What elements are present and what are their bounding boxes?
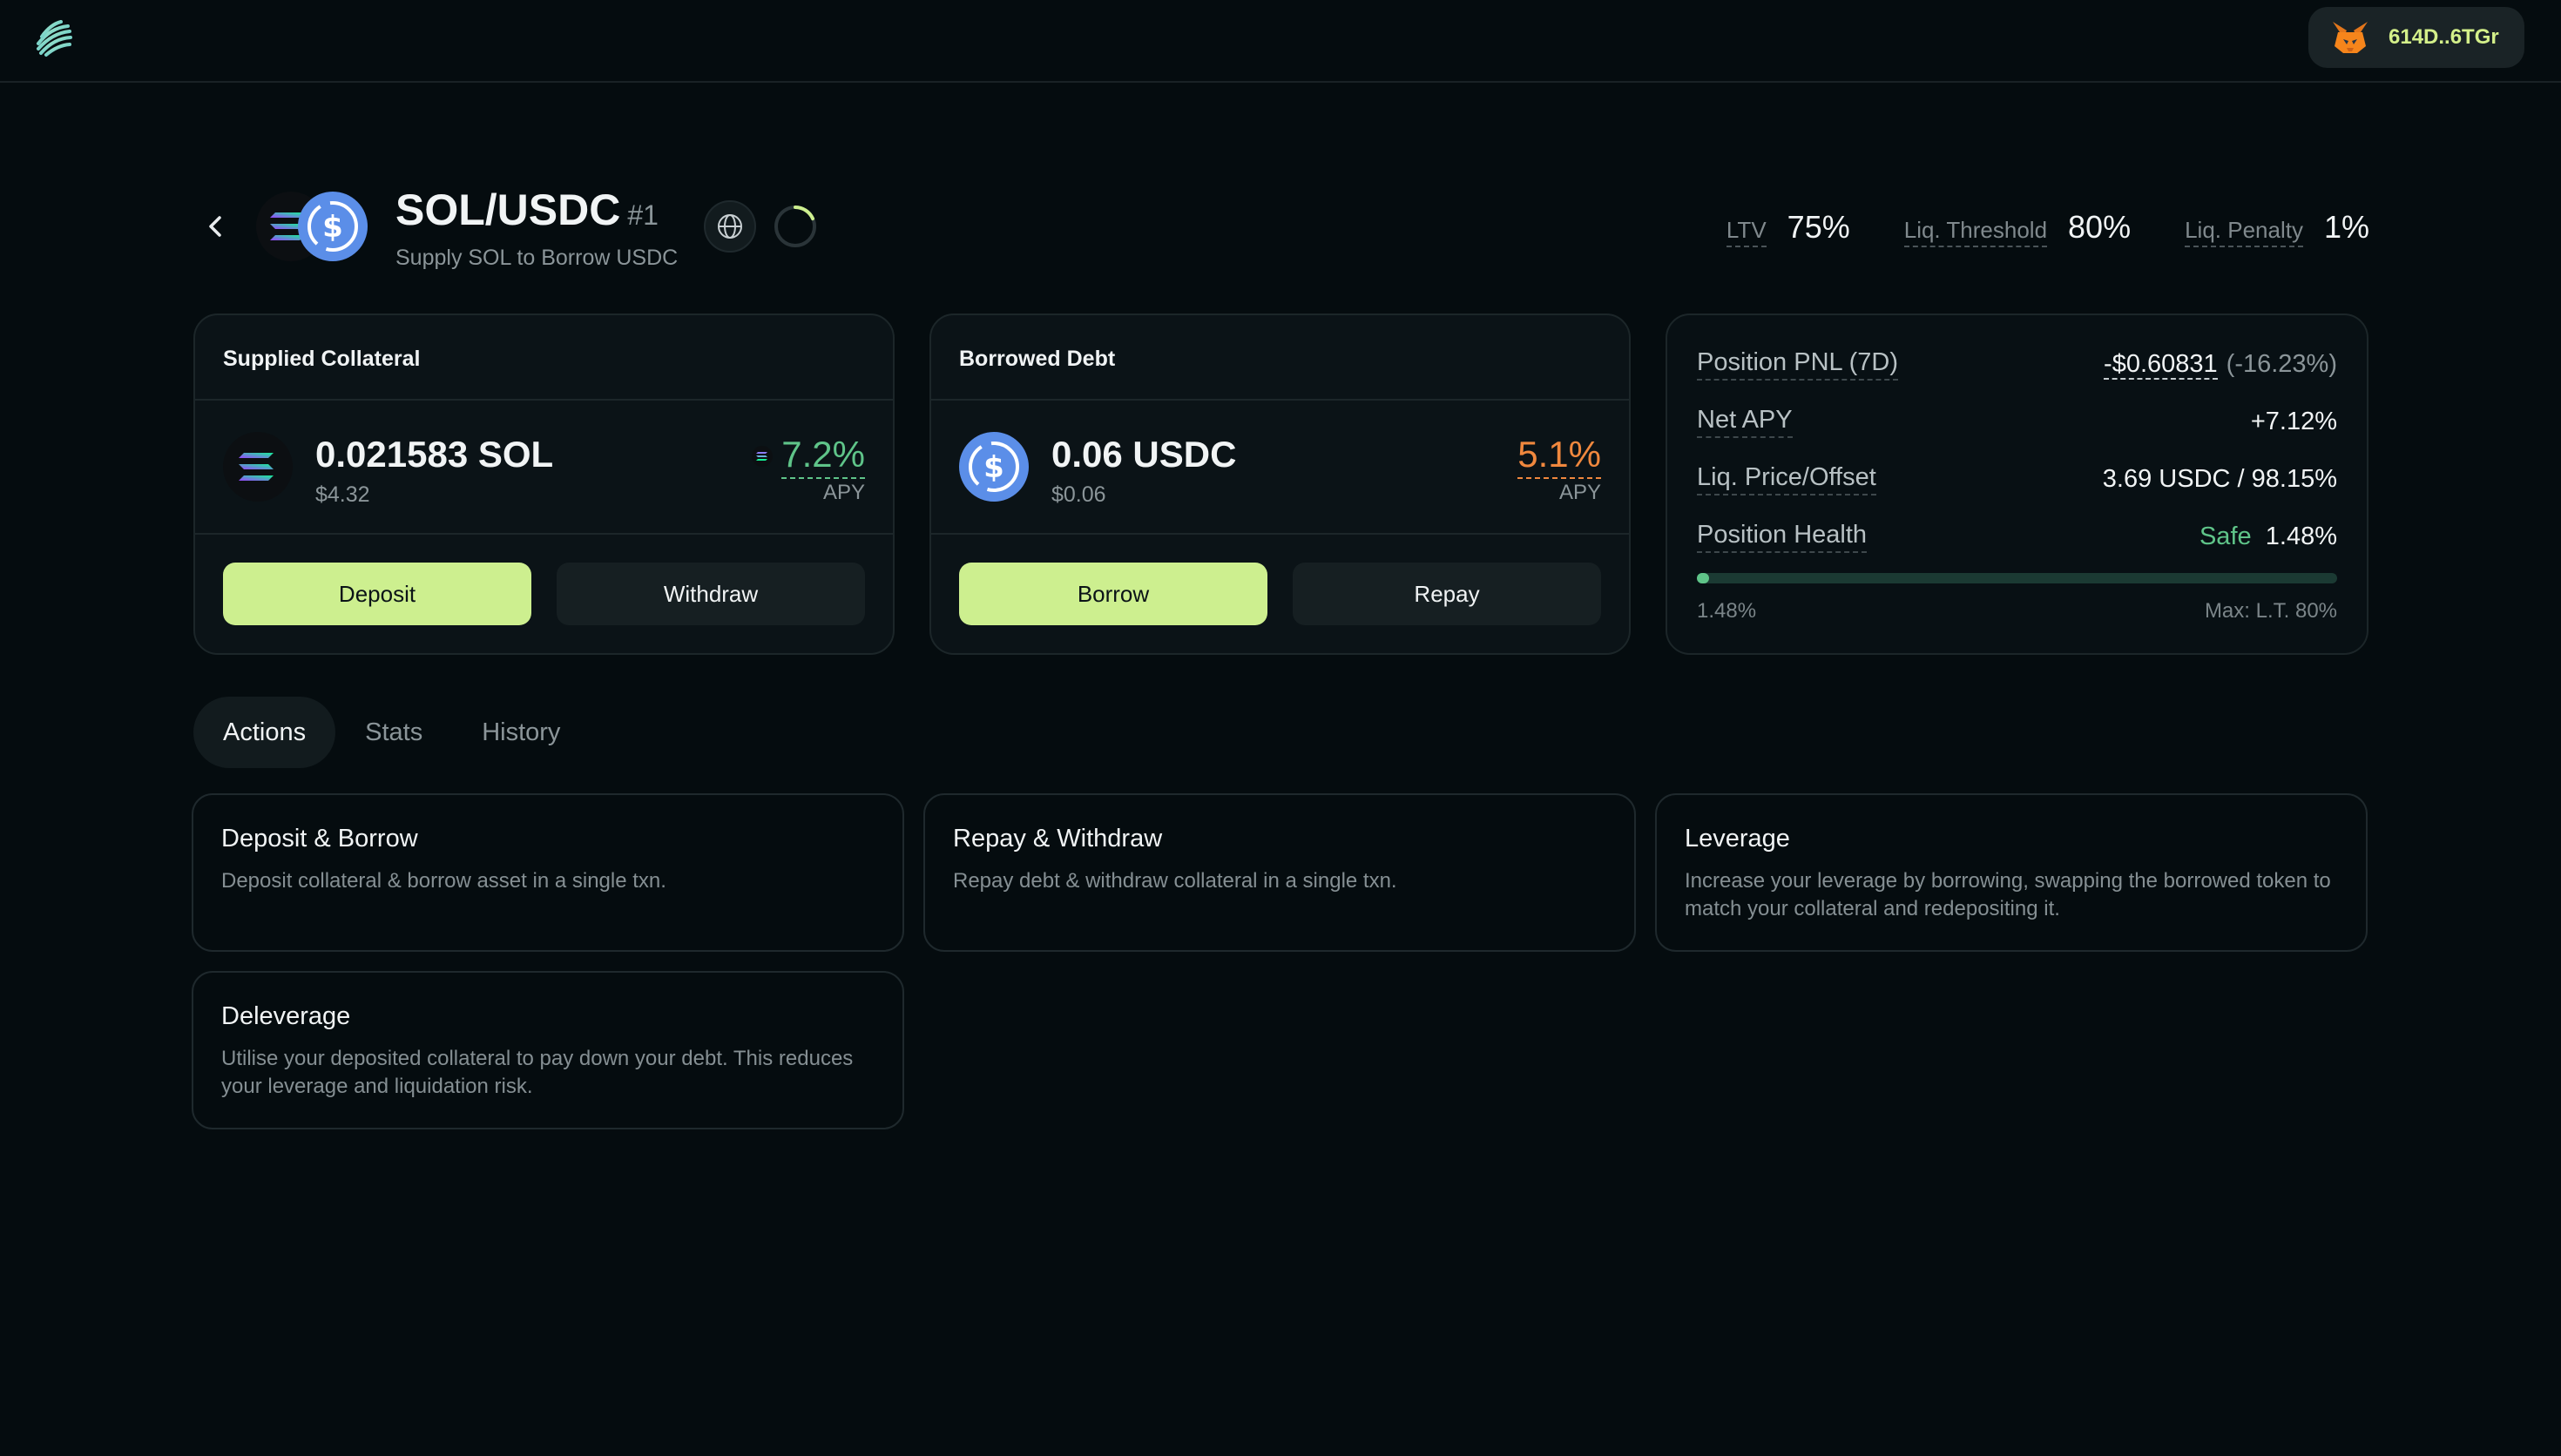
position-health-value-group: Safe 1.48% [2199,522,2337,551]
action-description: Increase your leverage by borrowing, swa… [1685,869,2331,920]
position-pnl-row: Position PNL (7D) -$0.60831 (-16.23%) [1697,348,2337,381]
wallet-address: 614D..6TGr [2389,25,2499,49]
tab-bar: Actions Stats History [193,697,590,768]
collateral-card-body: 0.021583 SOL $4.32 7.2% APY [195,401,893,535]
action-card-deleverage[interactable]: Deleverage Utilise your deposited collat… [192,971,904,1129]
tab-actions[interactable]: Actions [193,697,336,768]
net-apy-value: +7.12% [2250,408,2337,435]
metric-label: LTV [1726,217,1767,247]
debt-card-body: $ 0.06 USDC $0.06 5.1% APY [931,401,1629,535]
metric-label: Liq. Threshold [1903,217,2048,247]
collateral-usd: $4.32 [315,482,370,507]
position-pnl-percent: (-16.23%) [2226,350,2337,378]
svg-text:$: $ [983,450,1004,485]
pair-token-icons: $ [256,192,368,261]
debt-apy-label: APY [1558,481,1601,504]
debt-apy-value[interactable]: 5.1% [1517,434,1601,479]
metric-liq-threshold: Liq. Threshold 80% [1903,209,2132,247]
action-title: Leverage [1685,825,1790,853]
pair-subtitle: Supply SOL to Borrow USDC [395,246,679,270]
liq-price-value: 3.69 USDC / 98.15% [2102,465,2337,493]
collateral-apy-value[interactable]: 7.2% [781,434,865,479]
net-apy-row: Net APY +7.12% [1697,406,2337,438]
svg-text:$: $ [322,210,343,245]
debt-card: Borrowed Debt $ 0.06 USDC $0.06 5.1% APY… [929,313,1631,655]
top-bar: 614D..6TGr [0,0,2561,83]
position-pnl-value-group: -$0.60831 (-16.23%) [2104,350,2337,380]
risk-metrics: LTV 75% Liq. Threshold 80% Liq. Penalty … [1672,209,2369,247]
pair-rank: #1 [627,199,659,231]
collateral-card-title: Supplied Collateral [195,315,893,401]
action-description: Utilise your deposited collateral to pay… [221,1047,854,1098]
health-min-label: 1.48% [1697,599,1757,623]
action-card-deposit-borrow[interactable]: Deposit & Borrow Deposit collateral & bo… [192,793,904,952]
metric-liq-penalty: Liq. Penalty 1% [2185,209,2369,247]
wallet-button[interactable]: 614D..6TGr [2308,7,2524,68]
usdc-icon: $ [298,192,368,261]
metric-ltv: LTV 75% [1726,209,1850,247]
health-status: Safe [2199,522,2252,550]
pair-title: SOL/USDC #1 [395,185,659,235]
metric-value: 80% [2068,209,2132,245]
action-description: Deposit collateral & borrow asset in a s… [221,869,666,893]
debt-amount: 0.06 USDC [1051,434,1237,475]
collateral-actions: Deposit Withdraw [195,535,893,653]
debt-card-title: Borrowed Debt [931,315,1629,401]
pair-name: SOL/USDC [395,185,621,234]
debt-usd: $0.06 [1051,482,1106,507]
deposit-button[interactable]: Deposit [223,563,531,625]
metamask-fox-icon [2333,22,2368,53]
tab-history[interactable]: History [452,697,590,768]
action-title: Deposit & Borrow [221,825,418,853]
website-button[interactable] [704,200,756,253]
action-card-leverage[interactable]: Leverage Increase your leverage by borro… [1655,793,2368,952]
collateral-apy-label: APY [822,481,865,504]
action-description: Repay debt & withdraw collateral in a si… [953,869,1397,893]
globe-icon [718,214,742,239]
refresh-spinner-icon[interactable] [772,203,819,250]
liq-price-label[interactable]: Liq. Price/Offset [1697,463,1876,495]
position-health-label[interactable]: Position Health [1697,521,1868,553]
borrow-button[interactable]: Borrow [959,563,1267,625]
liq-price-row: Liq. Price/Offset 3.69 USDC / 98.15% [1697,463,2337,495]
chevron-left-icon[interactable] [202,209,228,244]
collateral-card: Supplied Collateral 0.021583 SOL $4.32 7… [193,313,895,655]
health-max-label: Max: L.T. 80% [2204,599,2337,623]
health-bar-labels: 1.48% Max: L.T. 80% [1697,599,2337,624]
position-pnl-label[interactable]: Position PNL (7D) [1697,348,1899,381]
health-progress-fill [1697,573,1709,583]
position-health-row: Position Health Safe 1.48% [1697,521,2337,553]
usdc-icon: $ [959,432,1029,502]
net-apy-label[interactable]: Net APY [1697,406,1793,438]
position-card: Position PNL (7D) -$0.60831 (-16.23%) Net… [1666,313,2368,655]
striped-globe-logo-icon[interactable] [33,17,73,57]
metric-value: 75% [1787,209,1850,245]
debt-actions: Borrow Repay [931,535,1629,653]
solana-icon [223,432,293,502]
withdraw-button[interactable]: Withdraw [557,563,865,625]
metric-label: Liq. Penalty [2185,217,2303,247]
action-title: Deleverage [221,1002,351,1030]
tab-stats[interactable]: Stats [335,697,452,768]
debt-apy: 5.1% APY [1517,434,1601,505]
collateral-apy: 7.2% APY [752,434,865,505]
repay-button[interactable]: Repay [1293,563,1601,625]
health-value: 1.48% [2265,522,2337,550]
collateral-amount: 0.021583 SOL [315,434,554,475]
health-progress-bar [1697,573,2337,583]
pair-header: $ SOL/USDC #1 Supply SOL to Borrow USDC L… [193,174,2369,279]
action-card-repay-withdraw[interactable]: Repay & Withdraw Repay debt & withdraw c… [923,793,1636,952]
action-title: Repay & Withdraw [953,825,1163,853]
position-pnl-value[interactable]: -$0.60831 [2104,350,2218,380]
metric-value: 1% [2323,209,2369,245]
solana-small-icon [752,446,774,467]
